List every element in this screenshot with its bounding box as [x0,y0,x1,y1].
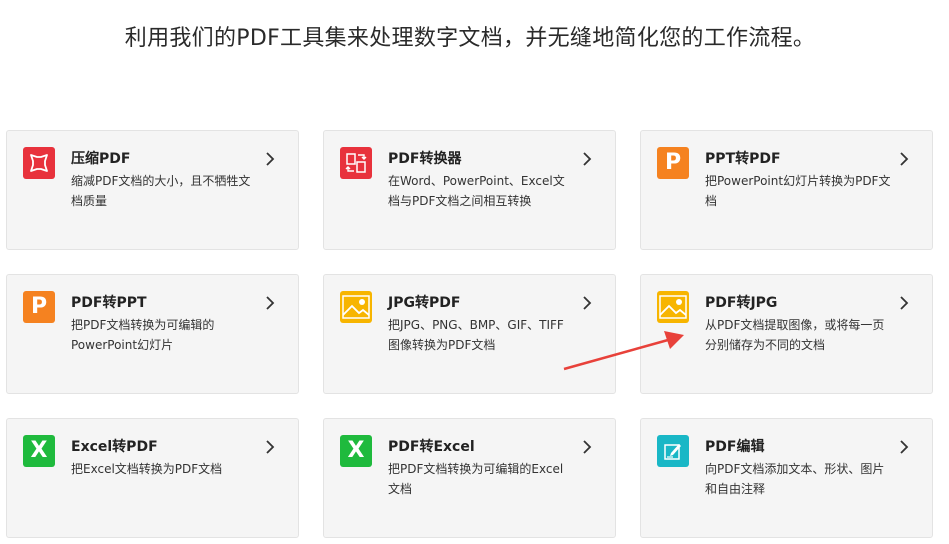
card-description: 缩减PDF文档的大小，且不牺牲文档质量 [71,174,251,208]
card-pdf-to-ppt[interactable]: P PDF转PPT 把PDF文档转换为可编辑的PowerPoint幻灯片 [6,274,299,394]
powerpoint-icon: P [657,147,689,179]
card-excel-to-pdf[interactable]: X Excel转PDF 把Excel文档转换为PDF文档 [6,418,299,538]
chevron-right-icon [583,152,592,166]
chevron-right-icon [583,440,592,454]
image-icon [340,291,372,323]
card-description: 从PDF文档提取图像，或将每一页分别储存为不同的文档 [705,318,885,352]
icon-letter: P [664,150,682,175]
card-pdf-to-excel[interactable]: X PDF转Excel 把PDF文档转换为可编辑的Excel文档 [323,418,616,538]
card-title: 压缩PDF [71,151,131,167]
chevron-right-icon [900,152,909,166]
card-title: PDF转JPG [705,295,778,311]
card-description: 把PowerPoint幻灯片转换为PDF文档 [705,174,891,208]
card-title: PDF转Excel [388,439,475,455]
annotation-arrow [563,331,684,371]
chevron-right-icon [900,440,909,454]
powerpoint-icon: P [23,291,55,323]
card-ppt-to-pdf[interactable]: P PPT转PDF 把PowerPoint幻灯片转换为PDF文档 [640,130,933,250]
chevron-right-icon [900,296,909,310]
chevron-right-icon [266,296,275,310]
edit-icon [657,435,689,467]
card-description: 把PDF文档转换为可编辑的Excel文档 [388,462,564,496]
card-title: Excel转PDF [71,439,158,455]
card-pdf-edit[interactable]: PDF编辑 向PDF文档添加文本、形状、图片和自由注释 [640,418,933,538]
card-pdf-converter[interactable]: PDF转换器 在Word、PowerPoint、Excel文档与PDF文档之间相… [323,130,616,250]
card-title: PDF转换器 [388,151,462,167]
icon-letter: P [30,294,48,319]
card-description: 向PDF文档添加文本、形状、图片和自由注释 [705,462,885,496]
card-description: 把PDF文档转换为可编辑的PowerPoint幻灯片 [71,318,215,352]
chevron-right-icon [583,296,592,310]
card-title: PDF编辑 [705,439,765,455]
card-description: 在Word、PowerPoint、Excel文档与PDF文档之间相互转换 [388,174,565,208]
excel-icon: X [340,435,372,467]
image-icon [657,291,689,323]
card-title: PDF转PPT [71,295,147,311]
chevron-right-icon [266,440,275,454]
chevron-right-icon [266,152,275,166]
convert-icon [340,147,372,179]
card-title: PPT转PDF [705,151,781,167]
icon-letter: X [347,438,365,463]
page-headline: 利用我们的PDF工具集来处理数字文档，并无缝地简化您的工作流程。 [124,26,816,51]
card-description: 把Excel文档转换为PDF文档 [71,462,223,476]
card-description: 把JPG、PNG、BMP、GIF、TIFF图像转换为PDF文档 [388,318,564,352]
icon-letter: X [30,438,48,463]
compress-icon [23,147,55,179]
card-title: JPG转PDF [388,295,461,311]
card-compress-pdf[interactable]: 压缩PDF 缩减PDF文档的大小，且不牺牲文档质量 [6,130,299,250]
excel-icon: X [23,435,55,467]
